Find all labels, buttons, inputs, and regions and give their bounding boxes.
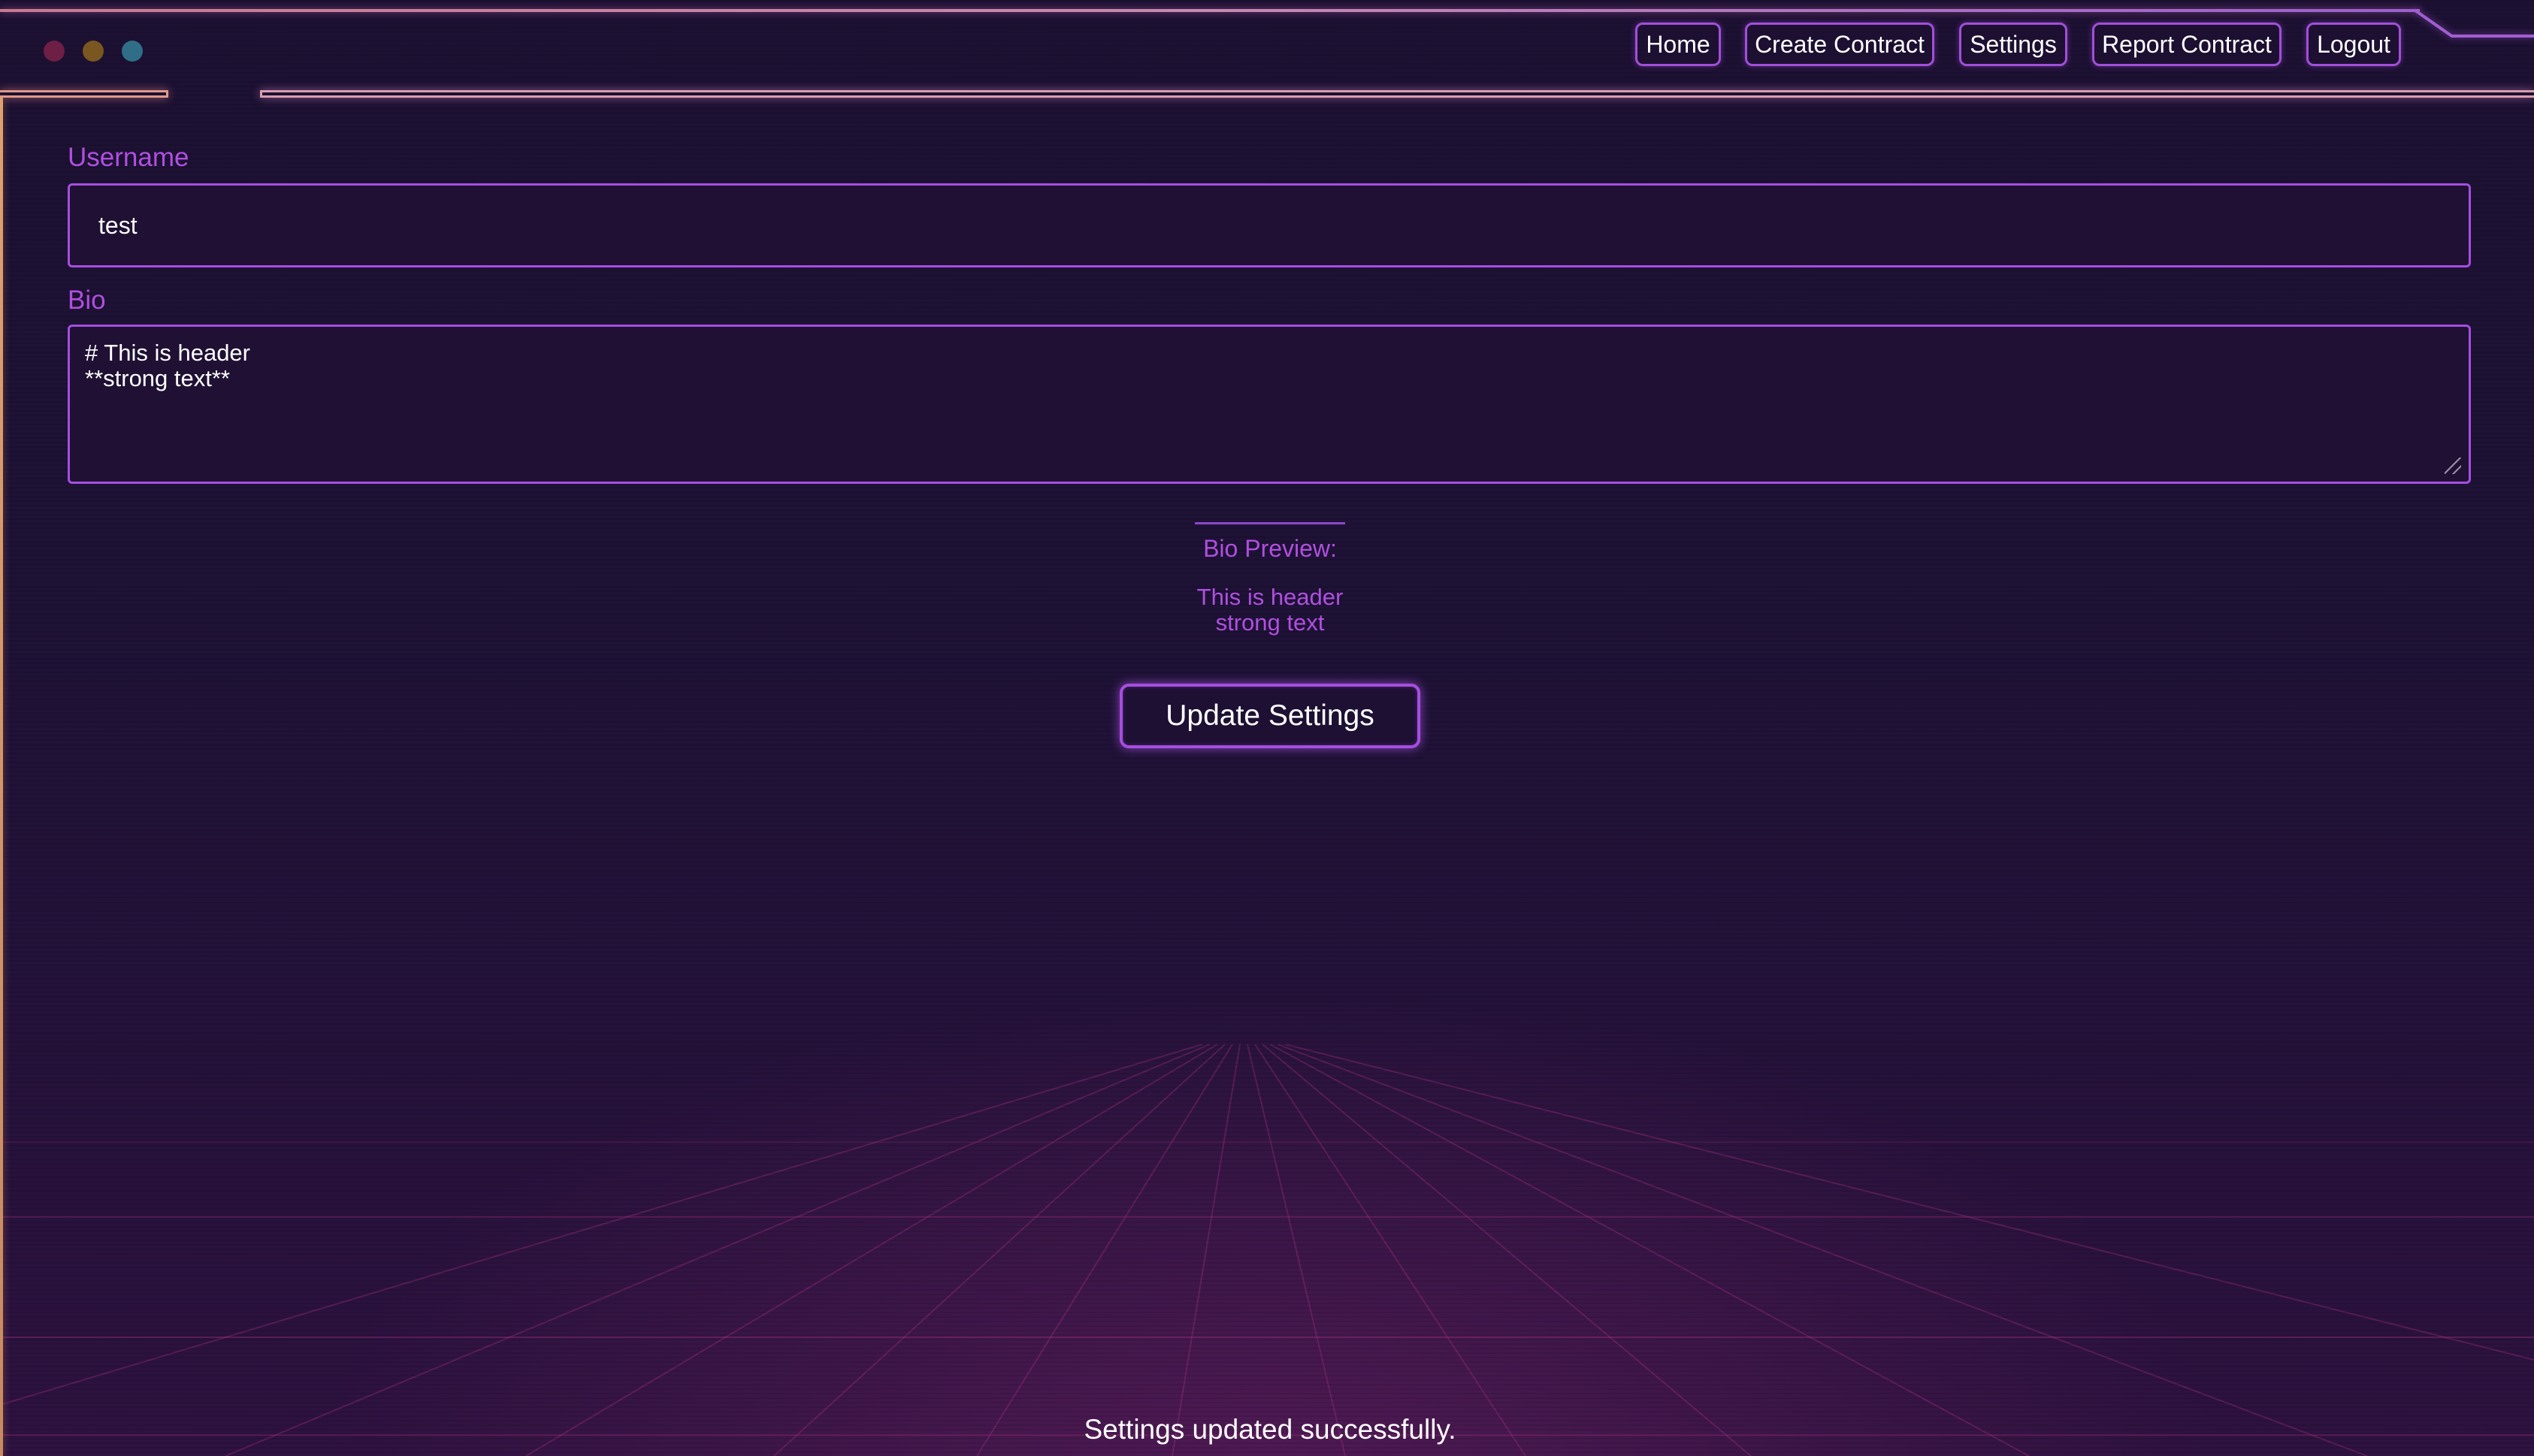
username-label: Username [68,143,189,172]
window-frame-bar-left [0,90,168,98]
perspective-grid-background [0,1044,2534,1456]
minimize-dot-icon[interactable] [83,41,104,62]
window-frame-top [0,9,2420,12]
maximize-dot-icon[interactable] [122,41,143,62]
nav-home-button[interactable]: Home [1635,23,1721,66]
bio-preview-content: This is header strong text [1045,585,1495,636]
nav-settings-button[interactable]: Settings [1959,23,2067,66]
bio-textarea[interactable]: # This is header **strong text** [68,325,2471,484]
status-message: Settings updated successfully. [1084,1414,1456,1445]
nav-logout-button[interactable]: Logout [2306,23,2401,66]
update-settings-button[interactable]: Update Settings [1120,684,1420,748]
nav-create-contract-button[interactable]: Create Contract [1745,23,1934,66]
window-frame-left [0,98,3,1456]
bio-label: Bio [68,285,106,315]
close-dot-icon[interactable] [44,41,65,62]
nav-report-contract-button[interactable]: Report Contract [2092,23,2282,66]
window-frame-notch [2414,9,2454,38]
window-frame-bar-right [260,90,2534,98]
resize-grip-icon[interactable] [2445,458,2461,474]
username-input[interactable]: test [68,183,2471,267]
window-frame-top-right [2451,35,2534,38]
bio-preview-heading: This is header [1196,584,1344,610]
settings-page: Home Create Contract Settings Report Con… [0,0,2534,1456]
bio-textarea-value: # This is header **strong text** [85,340,250,391]
bio-preview-strong: strong text [1215,609,1325,636]
preview-divider [1195,522,1345,524]
bio-preview-title: Bio Preview: [1203,535,1337,562]
